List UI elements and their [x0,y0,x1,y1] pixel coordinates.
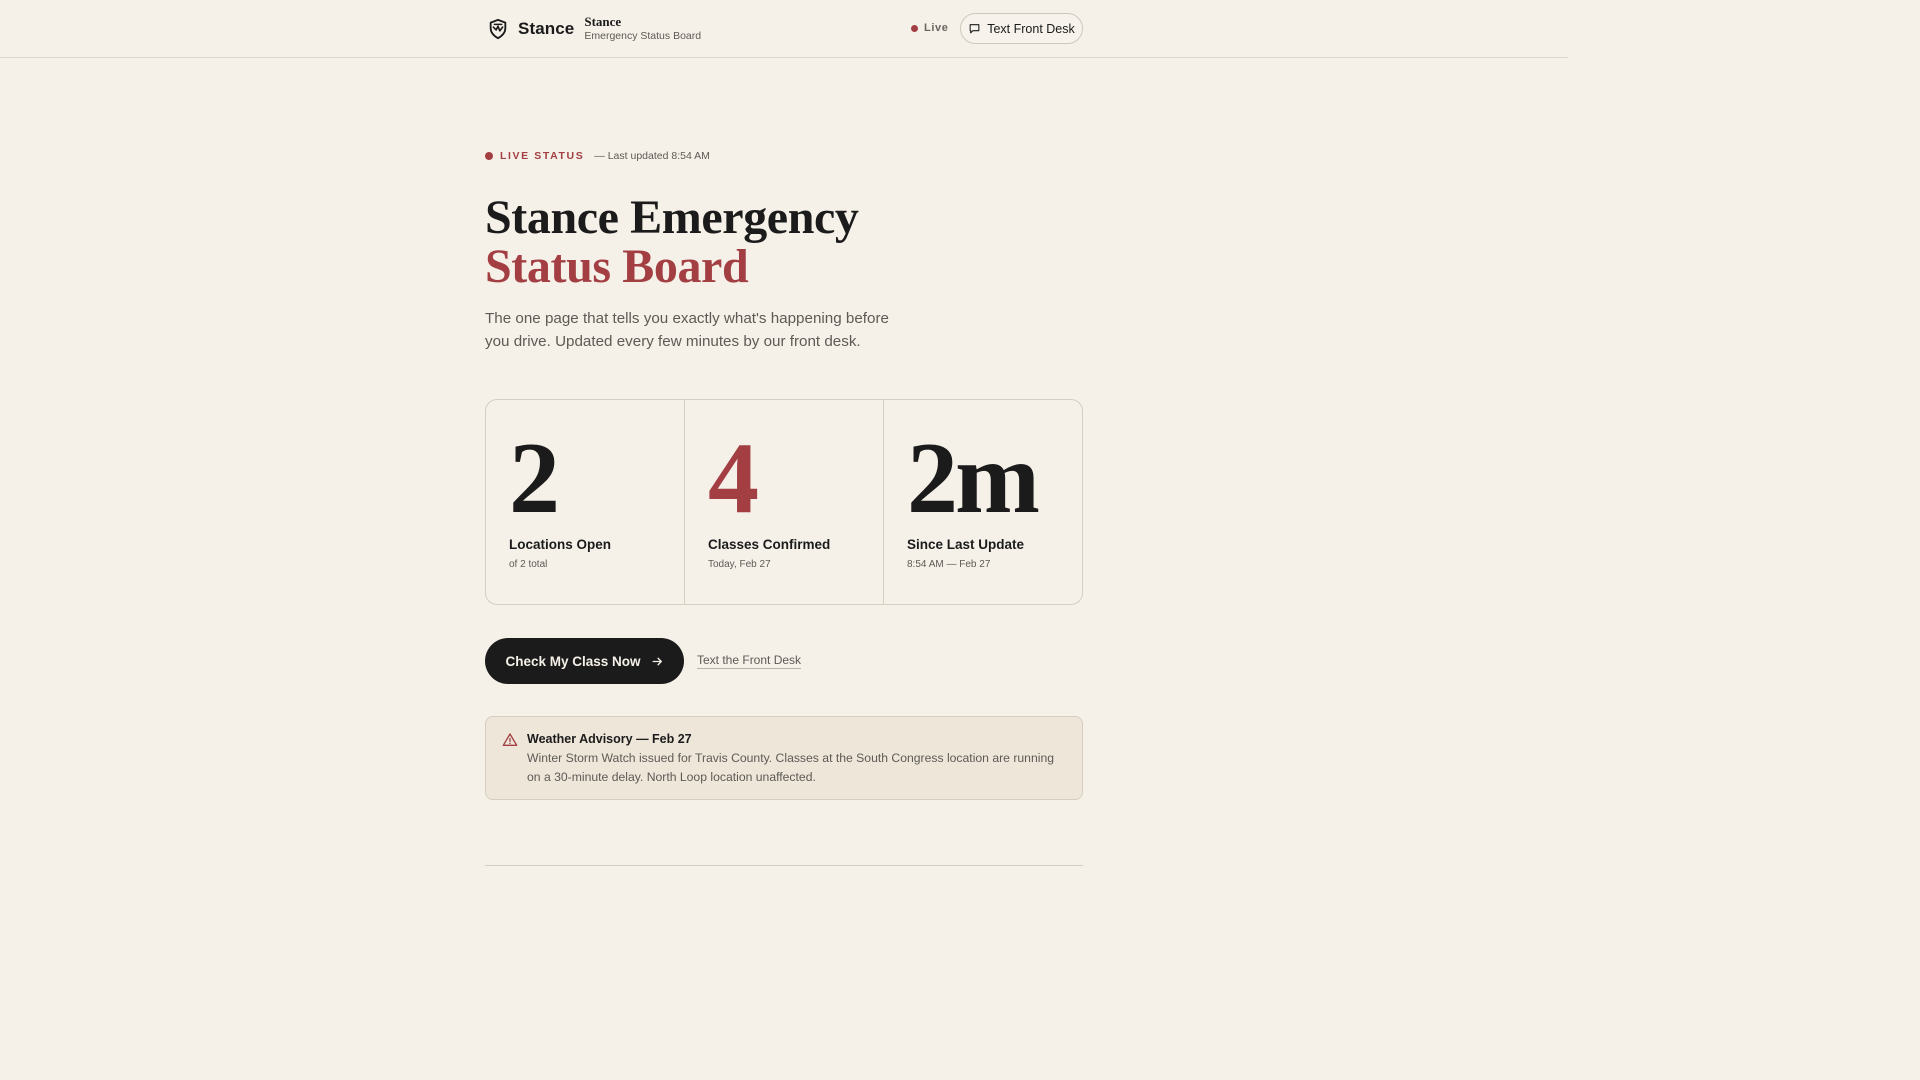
top-bar: Stance Stance Emergency Status Board Liv… [0,0,1568,58]
live-status-line: LIVE STATUS — Last updated 8:54 AM [485,149,710,163]
stats-panel: 2 Locations Open of 2 total 4 Classes Co… [485,399,1083,605]
brand-subtitle-desc: Emergency Status Board [584,30,702,43]
stat-sub: of 2 total [509,559,548,570]
stat-since-last-update: 2m Since Last Update 8:54 AM — Feb 27 [884,400,1082,604]
page-title-line1: Stance Emergency [485,191,859,244]
live-indicator: Live [911,20,948,36]
status-dot-icon [485,152,493,160]
shield-icon [486,17,510,41]
advisory-title: Weather Advisory — Feb 27 [527,732,692,746]
brand-name: Stance [518,19,575,38]
stat-label: Locations Open [509,537,612,552]
last-updated-text: — Last updated 8:54 AM [594,150,710,162]
arrow-right-icon [651,655,664,668]
brand-subtitle-title: Stance [584,14,622,30]
check-my-class-label: Check My Class Now [505,653,641,669]
live-label: Live [924,22,949,34]
stat-value: 2 [509,422,560,535]
text-the-front-desk-link[interactable]: Text the Front Desk [697,653,802,669]
warning-icon [502,732,518,753]
check-my-class-button[interactable]: Check My Class Now [485,638,684,684]
stat-label: Since Last Update [907,537,1025,552]
stat-locations-open: 2 Locations Open of 2 total [486,400,685,604]
text-front-desk-button[interactable]: Text Front Desk [960,13,1083,44]
stat-value: 4 [708,422,759,535]
advisory-body: Winter Storm Watch issued for Travis Cou… [527,751,1055,784]
brand-subtitle: Stance Emergency Status Board [584,14,702,43]
message-icon [968,22,981,35]
page-description: The one page that tells you exactly what… [485,310,889,350]
page-title: Stance Emergency Status Board [485,193,859,291]
stat-classes-confirmed: 4 Classes Confirmed Today, Feb 27 [685,400,884,604]
divider [485,865,1083,866]
stat-sub: Today, Feb 27 [708,559,771,570]
weather-advisory: Weather Advisory — Feb 27 Winter Storm W… [485,716,1083,800]
live-status-label: LIVE STATUS [500,150,585,162]
stat-value: 2m [907,422,1040,535]
stat-label: Classes Confirmed [708,537,831,552]
stat-sub: 8:54 AM — Feb 27 [907,559,991,570]
brand[interactable]: Stance Stance Emergency Status Board [486,14,701,44]
text-front-desk-label: Text Front Desk [987,21,1075,36]
page-title-line2: Status Board [485,240,749,293]
live-dot-icon [911,24,918,32]
